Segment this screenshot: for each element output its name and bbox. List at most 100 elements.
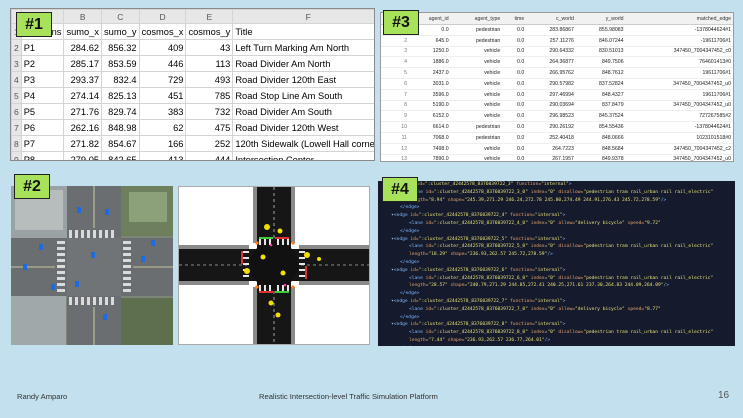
row-number[interactable]: 7 bbox=[11, 119, 22, 136]
spreadsheet-cell[interactable]: 413 bbox=[138, 151, 187, 160]
code-line: </edge> bbox=[378, 290, 735, 298]
spreadsheet-cell[interactable]: Road Divider Am South bbox=[232, 103, 374, 120]
spreadsheet-row: 6 P5 271.76 829.74 383 732 Road Divider Am Sou… bbox=[11, 103, 374, 120]
spreadsheet-cell[interactable]: Road Divider 120th West bbox=[232, 119, 374, 136]
spreadsheet-cell[interactable]: P4 bbox=[20, 87, 65, 104]
spreadsheet-cell[interactable]: 120th Sidewalk (Lowell Hall corner) bbox=[232, 135, 374, 152]
row-index: 3 bbox=[381, 46, 409, 58]
table-cell: 0.0 bbox=[502, 154, 527, 161]
spreadsheet-cell[interactable]: 166 bbox=[138, 135, 187, 152]
spreadsheet-cell[interactable]: 732 bbox=[185, 103, 234, 120]
spreadsheet-cell[interactable]: 271.76 bbox=[63, 103, 103, 120]
column-letter[interactable]: C bbox=[101, 9, 140, 24]
spreadsheet-cell[interactable]: 842.65 bbox=[101, 151, 140, 160]
row-number[interactable]: 5 bbox=[11, 87, 22, 104]
table-header-cell[interactable]: c_world bbox=[526, 13, 576, 25]
table-header-cell[interactable]: time bbox=[502, 13, 527, 25]
spreadsheet-cell[interactable]: Title bbox=[232, 23, 374, 40]
column-letter[interactable]: B bbox=[63, 9, 103, 24]
spreadsheet-cell[interactable]: 493 bbox=[185, 71, 234, 88]
spreadsheet-cell[interactable]: P2 bbox=[20, 55, 65, 72]
spreadsheet-cell[interactable]: 856.32 bbox=[101, 39, 140, 56]
spreadsheet-cell[interactable]: 285.17 bbox=[63, 55, 103, 72]
spreadsheet-cell[interactable]: sumo_x bbox=[63, 23, 103, 40]
spreadsheet-cell[interactable]: Road Stop Line Am South bbox=[232, 87, 374, 104]
spreadsheet-cell[interactable]: P6 bbox=[20, 119, 65, 136]
spreadsheet-cell[interactable]: P3 bbox=[20, 71, 65, 88]
spreadsheet-cell[interactable]: Road Divider Am North bbox=[232, 55, 374, 72]
spreadsheet-cell[interactable]: 113 bbox=[185, 55, 234, 72]
table-cell: 3596.0 bbox=[409, 89, 451, 101]
spreadsheet-cell[interactable]: 825.13 bbox=[101, 87, 140, 104]
row-number[interactable]: 4 bbox=[11, 71, 22, 88]
spreadsheet-cell[interactable]: 444 bbox=[185, 151, 234, 160]
spreadsheet-cell[interactable]: Intersection Center bbox=[232, 151, 374, 160]
spreadsheet-cell[interactable]: 451 bbox=[138, 87, 187, 104]
spreadsheet-cell[interactable]: 832.4 bbox=[101, 71, 140, 88]
code-token: id= bbox=[410, 236, 419, 242]
spreadsheet-cell[interactable]: cosmos_x bbox=[138, 23, 187, 40]
spreadsheet-cell[interactable]: 271.82 bbox=[63, 135, 103, 152]
table-cell: 849.9378 bbox=[575, 154, 626, 161]
code-token: > bbox=[562, 236, 566, 242]
table-row: 3 1250.0 vehicle 0.0 290.64332 830.51013 34745… bbox=[381, 46, 733, 58]
spreadsheet-cell[interactable]: 62 bbox=[138, 119, 187, 136]
spreadsheet-cell[interactable]: 729 bbox=[138, 71, 187, 88]
spreadsheet-cell[interactable]: Left Turn Marking Am North bbox=[232, 39, 374, 56]
code-token: id= bbox=[410, 213, 419, 219]
row-number[interactable]: 6 bbox=[11, 103, 22, 120]
code-token: function= bbox=[509, 213, 535, 219]
spreadsheet-cell[interactable]: 409 bbox=[138, 39, 187, 56]
code-token: disallow= bbox=[558, 189, 584, 195]
table-cell: 854.55436 bbox=[575, 121, 626, 133]
spreadsheet-cell[interactable]: 854.67 bbox=[101, 135, 140, 152]
spreadsheet-cell[interactable]: cosmos_y bbox=[185, 23, 234, 40]
code-token: "8.77" bbox=[644, 306, 661, 312]
table-cell: 837.8479 bbox=[575, 100, 626, 112]
spreadsheet-column-header-row: A B C D E F bbox=[11, 9, 374, 24]
spreadsheet-cell[interactable]: 475 bbox=[185, 119, 234, 136]
column-letter[interactable]: E bbox=[185, 9, 234, 24]
code-token: index= bbox=[530, 244, 548, 250]
spreadsheet-cell[interactable]: 829.74 bbox=[101, 103, 140, 120]
table-row: 4 1886.0 vehicle 0.0 264.36877 849.7506 764601… bbox=[381, 56, 733, 69]
table-cell: -19611706#1 bbox=[625, 35, 733, 47]
spreadsheet-cell[interactable]: P7 bbox=[20, 135, 65, 152]
row-number[interactable]: 8 bbox=[11, 135, 22, 152]
table-cell: 264.7223 bbox=[526, 143, 576, 155]
row-number[interactable]: 2 bbox=[11, 39, 22, 56]
spreadsheet-cell[interactable]: Road Divider 120th East bbox=[232, 71, 374, 88]
code-token: <edge bbox=[393, 322, 411, 328]
code-token: "236.93,262.57 245.72,278.59" bbox=[467, 252, 548, 258]
table-header-cell[interactable]: matched_edge bbox=[625, 13, 733, 25]
panel-badge-2: #2 bbox=[14, 174, 50, 199]
spreadsheet-cell[interactable]: sumo_y bbox=[101, 23, 140, 40]
spreadsheet-cell[interactable]: 274.14 bbox=[63, 87, 103, 104]
table-header-cell[interactable]: agent_type bbox=[450, 13, 503, 25]
spreadsheet-cell[interactable]: P8 bbox=[20, 151, 65, 160]
row-index: 9 bbox=[381, 110, 409, 123]
row-index: 6 bbox=[381, 78, 409, 90]
table-cell: 2437.0 bbox=[409, 67, 451, 79]
spreadsheet-cell[interactable]: 252 bbox=[185, 135, 234, 152]
spreadsheet-cell[interactable]: 785 bbox=[185, 87, 234, 104]
spreadsheet-cell[interactable]: 848.98 bbox=[101, 119, 140, 136]
spreadsheet-cell[interactable]: 853.59 bbox=[101, 55, 140, 72]
column-letter[interactable]: D bbox=[138, 9, 187, 24]
spreadsheet-cell[interactable]: 446 bbox=[138, 55, 187, 72]
spreadsheet-cell[interactable]: 262.16 bbox=[63, 119, 103, 136]
spreadsheet-cell[interactable]: 284.62 bbox=[63, 39, 103, 56]
row-number[interactable]: 9 bbox=[11, 151, 22, 160]
spreadsheet-cell[interactable]: 279.05 bbox=[63, 151, 103, 160]
table-header-cell[interactable]: y_world bbox=[575, 13, 626, 25]
spreadsheet-cell[interactable]: P1 bbox=[20, 39, 65, 56]
spreadsheet-cell[interactable]: 43 bbox=[185, 39, 234, 56]
spreadsheet-cell[interactable]: 383 bbox=[138, 103, 187, 120]
table-cell: 1023101518#0 bbox=[625, 132, 733, 144]
row-number[interactable]: 3 bbox=[11, 55, 22, 72]
code-token: function= bbox=[509, 298, 535, 304]
column-letter[interactable]: F bbox=[232, 9, 374, 24]
spreadsheet-cell[interactable]: P5 bbox=[20, 103, 65, 120]
spreadsheet-cell[interactable]: 293.37 bbox=[63, 71, 103, 88]
code-token: <lane bbox=[409, 306, 426, 312]
